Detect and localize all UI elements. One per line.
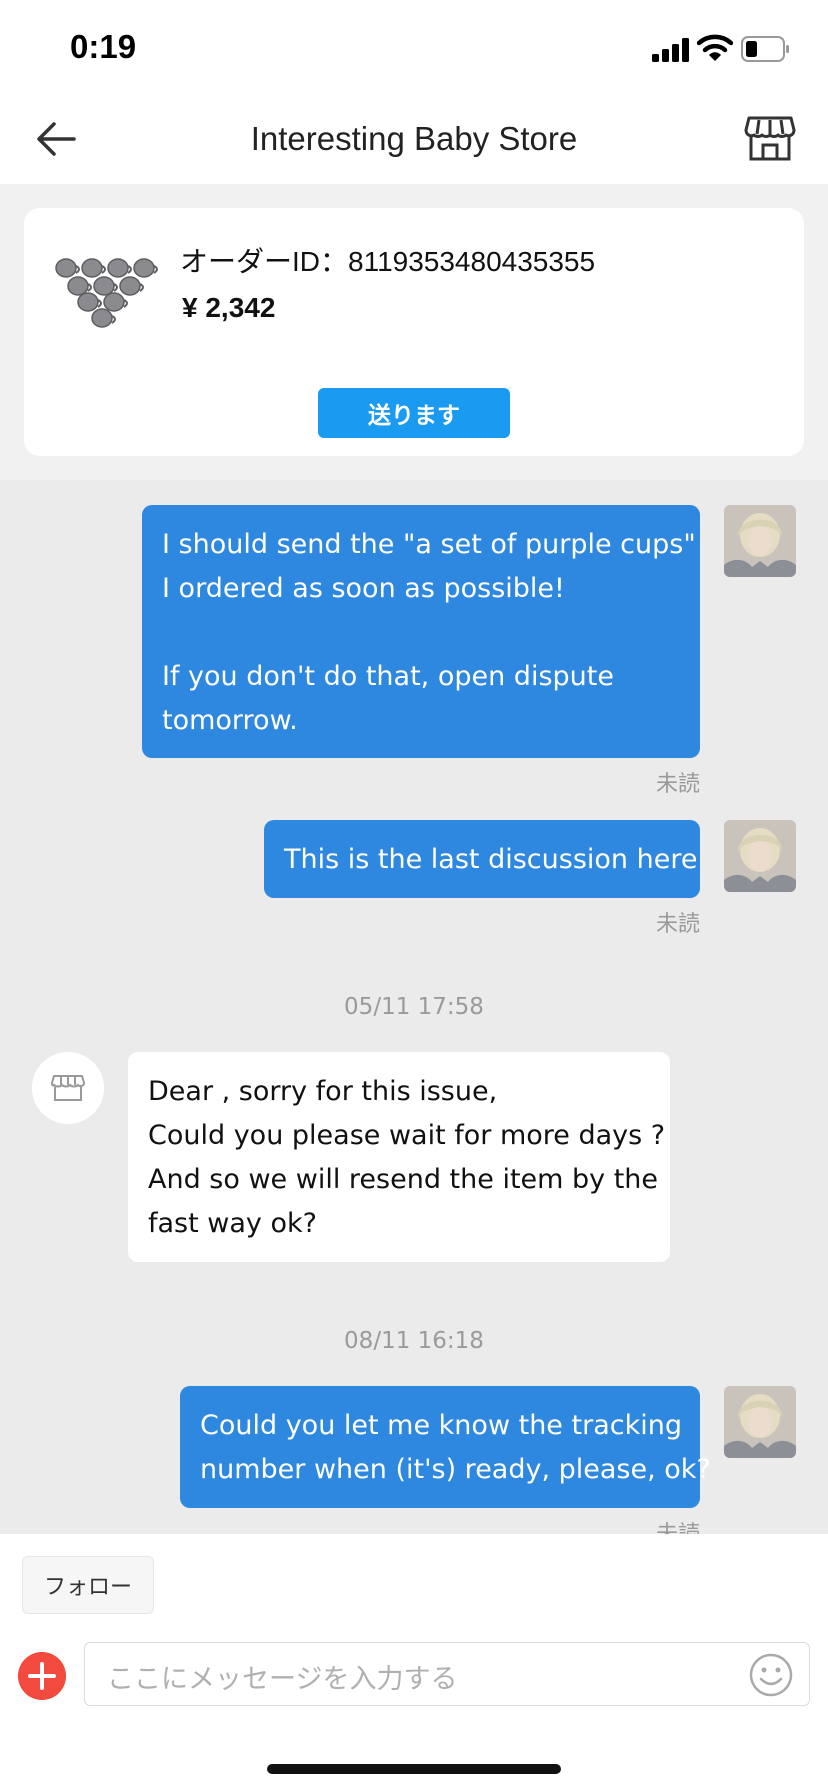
message-composer: フォロー ここにメッセージを入力する <box>0 1534 828 1792</box>
unread-label: 未読 <box>655 912 700 937</box>
message-timestamp: 08/11 16:18 <box>344 1328 484 1354</box>
nav-bar: Interesting Baby Store <box>0 96 828 184</box>
order-card[interactable]: オーダーID：8119353480435355 ¥ 2,342 送ります <box>24 208 804 456</box>
message-bubble-incoming[interactable]: Dear , sorry for this issue, Could you p… <box>128 1052 670 1262</box>
follow-button[interactable]: フォロー <box>22 1556 154 1614</box>
message-text: I should send the "a set of purple cups" <box>162 529 696 560</box>
plus-circle-icon[interactable] <box>18 1652 66 1700</box>
message-text: This is the last discussion here <box>284 844 698 875</box>
status-bar: 0:19 <box>0 0 828 96</box>
message-text: Could you please wait for more days ? <box>148 1120 666 1151</box>
message-bubble-outgoing[interactable]: I should send the "a set of purple cups"… <box>142 505 700 758</box>
status-time: 0:19 <box>70 28 137 65</box>
message-input[interactable]: ここにメッセージを入力する <box>84 1642 810 1706</box>
store-icon[interactable] <box>744 114 796 162</box>
message-text: If you don't do that, open dispute <box>162 661 614 692</box>
order-id: オーダーID：8119353480435355 <box>180 246 596 277</box>
home-indicator[interactable] <box>267 1764 561 1774</box>
user-avatar[interactable] <box>724 820 796 892</box>
user-avatar[interactable] <box>724 505 796 577</box>
message-text: number when (it's) ready, please, ok? <box>200 1454 711 1485</box>
wifi-icon <box>697 34 733 61</box>
unread-label: 未読 <box>600 1516 700 1534</box>
message-text: Dear , sorry for this issue, <box>148 1076 498 1107</box>
product-thumbnail[interactable] <box>48 238 164 338</box>
message-text: Could you let me know the tracking <box>200 1410 682 1441</box>
message-bubble-outgoing[interactable]: Could you let me know the tracking numbe… <box>180 1386 711 1508</box>
page-title: Interesting Baby Store <box>250 120 578 157</box>
message-timestamp: 05/11 17:58 <box>344 994 484 1020</box>
message-line-gap <box>162 611 680 655</box>
message-text: tomorrow. <box>162 705 298 736</box>
chat-area[interactable]: I should send the "a set of purple cups"… <box>0 480 828 1534</box>
unread-label: 未読 <box>655 772 700 797</box>
message-input-placeholder: ここにメッセージを入力する <box>107 1664 458 1695</box>
user-avatar[interactable] <box>724 1386 796 1458</box>
smiley-icon[interactable] <box>749 1653 793 1697</box>
message-bubble-outgoing[interactable]: This is the last discussion here <box>264 820 700 898</box>
battery-icon <box>741 36 789 62</box>
signal-icon <box>652 38 689 62</box>
message-text: I ordered as soon as possible! <box>162 573 565 604</box>
order-section: オーダーID：8119353480435355 ¥ 2,342 送ります <box>0 184 828 480</box>
message-text: fast way ok? <box>148 1208 317 1239</box>
shop-avatar-icon[interactable] <box>32 1052 104 1124</box>
order-price: ¥ 2,342 <box>182 292 276 323</box>
send-button[interactable]: 送ります <box>318 388 510 438</box>
message-text: And so we will resend the item by the <box>148 1164 659 1195</box>
